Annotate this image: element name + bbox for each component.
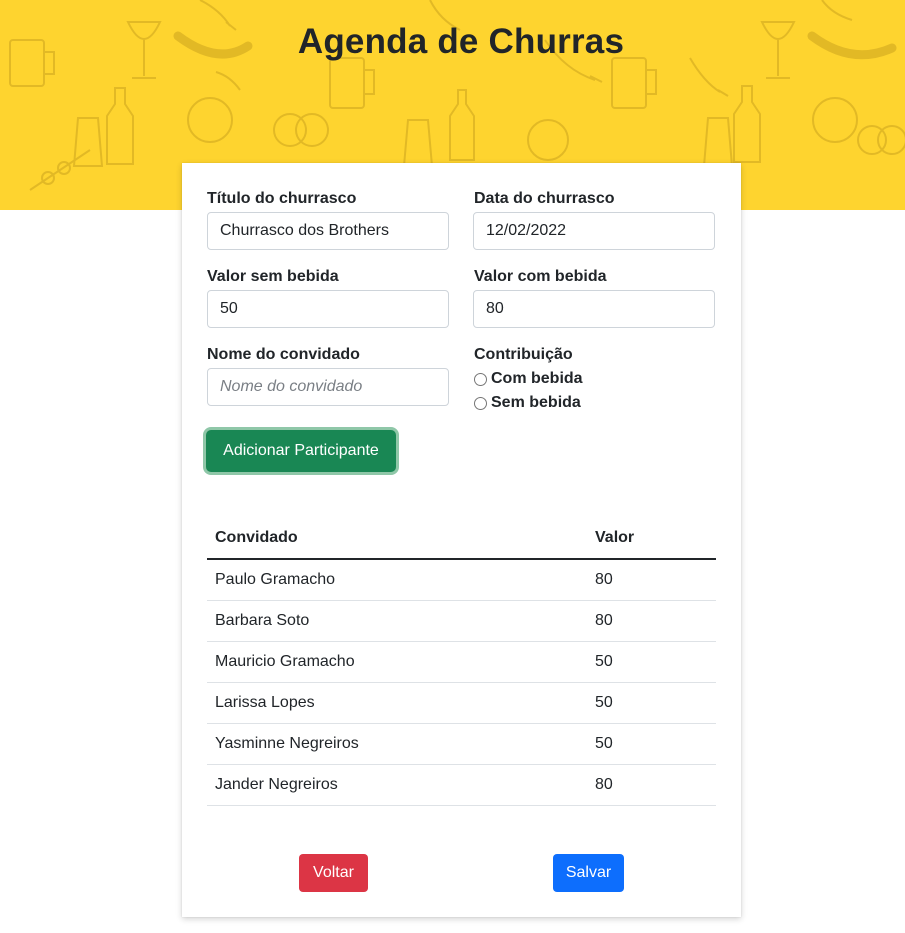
date-label: Data do churrasco — [474, 190, 615, 207]
guest-value-cell: 80 — [587, 764, 716, 806]
add-participant-button[interactable]: Adicionar Participante — [206, 430, 396, 472]
save-button[interactable]: Salvar — [553, 854, 624, 892]
table-row: Yasminne Negreiros 50 — [207, 723, 716, 765]
price-no-drink-input[interactable] — [207, 290, 449, 328]
column-header-value: Valor — [587, 518, 716, 560]
guest-table: Convidado Valor Paulo Gramacho 80 Barbar… — [207, 518, 716, 806]
table-row: Mauricio Gramacho 50 — [207, 641, 716, 683]
column-header-guest: Convidado — [207, 518, 587, 560]
page-title: Agenda de Churras — [297, 22, 625, 61]
radio-with-drink-input[interactable] — [474, 372, 487, 386]
price-no-drink-label: Valor sem bebida — [207, 268, 339, 285]
radio-without-drink[interactable]: Sem bebida — [474, 394, 581, 412]
price-drink-input[interactable] — [473, 290, 715, 328]
back-button[interactable]: Voltar — [299, 854, 368, 892]
guest-name-cell: Paulo Gramacho — [207, 559, 587, 601]
guest-value-cell: 80 — [587, 559, 716, 601]
radio-without-drink-input[interactable] — [474, 396, 487, 410]
table-row: Larissa Lopes 50 — [207, 682, 716, 724]
guest-label: Nome do convidado — [207, 346, 360, 363]
price-drink-label: Valor com bebida — [474, 268, 607, 285]
radio-with-drink[interactable]: Com bebida — [474, 370, 583, 388]
radio-without-drink-label: Sem bebida — [491, 394, 581, 411]
table-header-row: Convidado Valor — [207, 518, 716, 560]
guest-name-cell: Barbara Soto — [207, 600, 587, 642]
guest-value-cell: 50 — [587, 641, 716, 683]
guest-value-cell: 80 — [587, 600, 716, 642]
guest-name-cell: Mauricio Gramacho — [207, 641, 587, 683]
guest-name-input[interactable] — [207, 368, 449, 406]
radio-with-drink-label: Com bebida — [491, 370, 583, 387]
table-row: Jander Negreiros 80 — [207, 764, 716, 806]
table-row: Barbara Soto 80 — [207, 600, 716, 642]
title-input[interactable] — [207, 212, 449, 250]
guest-name-cell: Yasminne Negreiros — [207, 723, 587, 765]
contribution-label: Contribuição — [474, 346, 573, 363]
table-row: Paulo Gramacho 80 — [207, 559, 716, 601]
form-card: Título do churrasco Data do churrasco Va… — [182, 163, 741, 917]
title-label: Título do churrasco — [207, 190, 357, 207]
guest-value-cell: 50 — [587, 682, 716, 724]
guest-name-cell: Jander Negreiros — [207, 764, 587, 806]
guest-name-cell: Larissa Lopes — [207, 682, 587, 724]
date-input[interactable] — [473, 212, 715, 250]
guest-value-cell: 50 — [587, 723, 716, 765]
